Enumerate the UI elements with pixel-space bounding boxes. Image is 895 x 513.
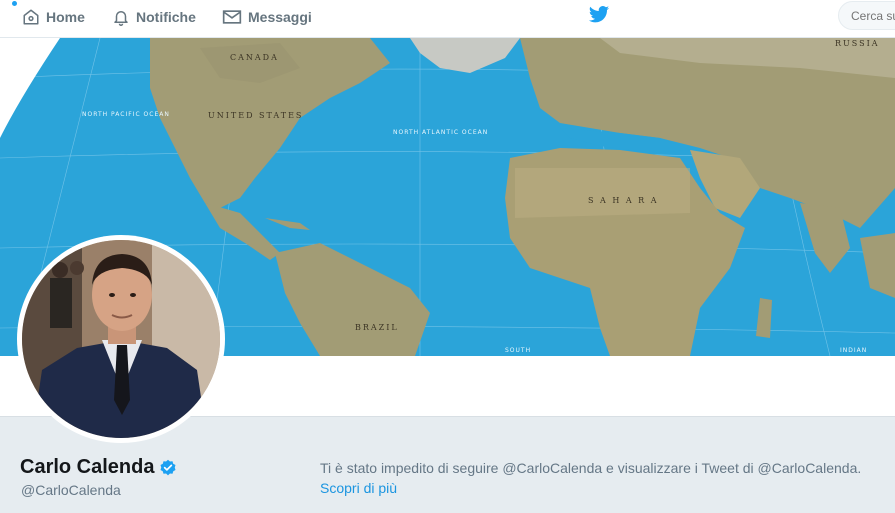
- search-input[interactable]: [838, 1, 895, 30]
- map-label-russia: RUSSIA: [835, 39, 880, 48]
- profile-name-text: Carlo Calenda: [20, 456, 155, 478]
- map-label-south: SOUTH: [505, 347, 531, 354]
- nav-messages-label: Messaggi: [248, 9, 312, 25]
- profile-photo: [22, 240, 220, 438]
- envelope-icon: [222, 10, 242, 24]
- map-label-canada: CANADA: [230, 53, 279, 62]
- blocked-notice: Ti è stato impedito di seguire @CarloCal…: [320, 458, 895, 498]
- top-navigation-bar: Home Notifiche Messaggi: [0, 0, 895, 38]
- map-label-brazil: BRAZIL: [355, 323, 399, 332]
- new-content-dot: [12, 1, 17, 6]
- blocked-notice-text: Ti è stato impedito di seguire @CarloCal…: [320, 460, 862, 476]
- map-label-north-atlantic: NORTH ATLANTIC OCEAN: [393, 129, 488, 136]
- nav-home[interactable]: Home: [22, 0, 85, 34]
- nav-notifications[interactable]: Notifiche: [112, 0, 196, 34]
- twitter-logo-icon[interactable]: [588, 5, 610, 30]
- bell-icon: [114, 11, 128, 26]
- map-label-sahara: S A H A R A: [588, 196, 659, 205]
- map-label-north-pacific: NORTH PACIFIC OCEAN: [82, 111, 170, 118]
- home-icon: [23, 9, 39, 25]
- profile-name: Carlo Calenda: [20, 456, 177, 479]
- map-label-united-states: UNITED STATES: [208, 111, 303, 120]
- nav-home-label: Home: [46, 9, 85, 25]
- learn-more-link[interactable]: Scopri di più: [320, 480, 397, 496]
- nav-messages[interactable]: Messaggi: [222, 0, 312, 34]
- profile-handle[interactable]: @CarloCalenda: [21, 482, 121, 498]
- nav-notifications-label: Notifiche: [136, 9, 196, 25]
- map-label-indian: INDIAN: [840, 347, 867, 354]
- verified-badge-icon: [160, 459, 176, 475]
- avatar[interactable]: [17, 235, 225, 443]
